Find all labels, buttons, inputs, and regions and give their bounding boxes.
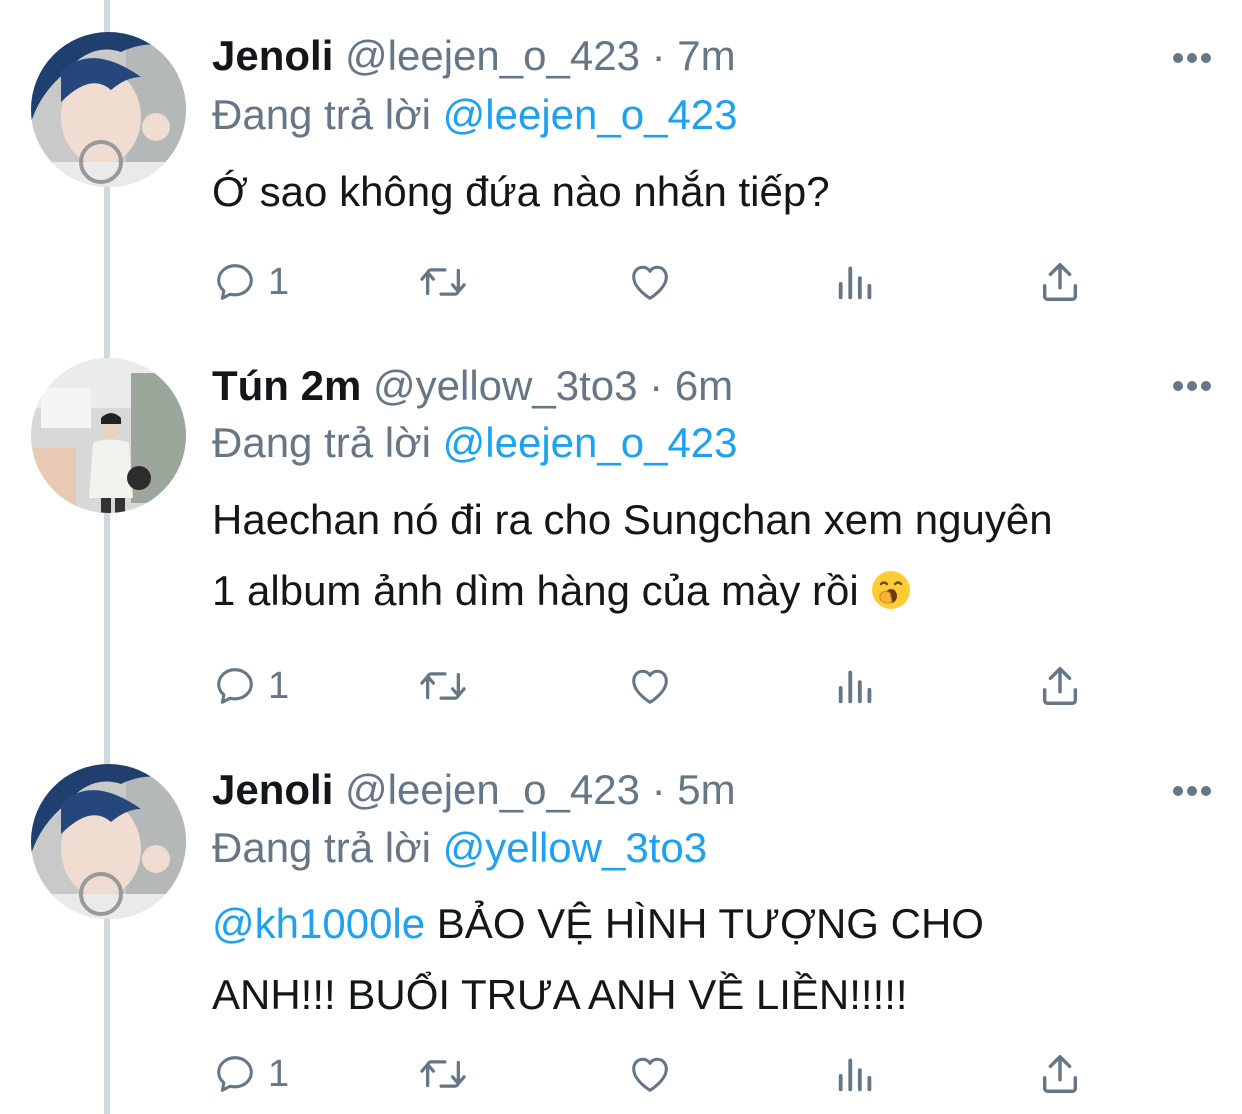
avatar[interactable] bbox=[31, 358, 186, 513]
avatar[interactable] bbox=[31, 32, 186, 187]
like-button[interactable] bbox=[626, 658, 674, 714]
tweet-text-line-content: BẢO VỆ HÌNH TƯỢNG CHO bbox=[425, 900, 984, 947]
replying-to-label: Đang trả lời bbox=[212, 91, 431, 138]
retweet-button[interactable] bbox=[416, 658, 470, 714]
replying-to-mention[interactable]: @leejen_o_423 bbox=[443, 419, 738, 466]
separator-dot: · bbox=[651, 32, 666, 79]
more-options-icon[interactable] bbox=[1172, 783, 1212, 799]
more-options-icon[interactable] bbox=[1172, 50, 1212, 66]
analytics-button[interactable] bbox=[834, 658, 878, 714]
tweet-header: Jenoli @leejen_o_423 · 7m bbox=[212, 28, 736, 84]
tweet-text: @kh1000le BẢO VỆ HÌNH TƯỢNG CHO ANH!!! B… bbox=[212, 888, 1212, 1030]
tweet-text-line-2: 1 album ảnh dìm hàng của mày rồi bbox=[212, 555, 1212, 626]
heart-icon bbox=[632, 1057, 668, 1092]
retweet-button[interactable] bbox=[416, 254, 470, 310]
bar-chart-icon bbox=[838, 266, 872, 300]
analytics-button[interactable] bbox=[834, 254, 878, 310]
replying-to-label: Đang trả lời bbox=[212, 824, 431, 871]
reply-button[interactable]: 1 bbox=[212, 254, 289, 310]
replying-to: Đang trả lời @leejen_o_423 bbox=[212, 87, 738, 143]
tweet-actions: 1 bbox=[212, 1046, 1112, 1102]
retweet-icon bbox=[420, 268, 466, 296]
avatar[interactable] bbox=[31, 764, 186, 919]
share-upload-icon bbox=[1042, 667, 1078, 705]
tweet-1[interactable]: Jenoli @leejen_o_423 · 7m Đang trả lời @… bbox=[0, 32, 1242, 322]
replying-to: Đang trả lời @leejen_o_423 bbox=[212, 415, 738, 471]
replying-to-mention[interactable]: @leejen_o_423 bbox=[443, 91, 738, 138]
separator-dot: · bbox=[651, 766, 666, 813]
share-upload-icon bbox=[1042, 263, 1078, 301]
display-name[interactable]: Jenoli bbox=[212, 766, 333, 813]
text-mention[interactable]: @kh1000le bbox=[212, 900, 425, 947]
speech-bubble-icon bbox=[217, 668, 253, 704]
user-handle[interactable]: @leejen_o_423 bbox=[345, 766, 640, 813]
separator-dot: · bbox=[649, 362, 664, 409]
tweet-3[interactable]: Jenoli @leejen_o_423 · 5m Đang trả lời @… bbox=[0, 764, 1242, 1104]
share-button[interactable] bbox=[1038, 1046, 1082, 1102]
display-name[interactable]: Tún 2m bbox=[212, 362, 361, 409]
retweet-icon bbox=[420, 1060, 466, 1088]
tweet-text-line: Ớ sao không đứa nào nhắn tiếp? bbox=[212, 168, 830, 215]
like-button[interactable] bbox=[626, 1046, 674, 1102]
reply-count: 1 bbox=[268, 664, 290, 707]
timestamp[interactable]: 6m bbox=[675, 362, 733, 409]
user-handle[interactable]: @yellow_3to3 bbox=[373, 362, 637, 409]
replying-to-label: Đang trả lời bbox=[212, 419, 431, 466]
tweet-actions: 1 bbox=[212, 254, 1112, 310]
tweet-actions: 1 bbox=[212, 658, 1112, 714]
share-button[interactable] bbox=[1038, 658, 1082, 714]
tweet-text: Haechan nó đi ra cho Sungchan xem nguyên… bbox=[212, 484, 1212, 626]
tweet-text-line-2-content: 1 album ảnh dìm hàng của mày rồi bbox=[212, 567, 859, 614]
reply-button[interactable]: 1 bbox=[212, 658, 289, 714]
retweet-button[interactable] bbox=[416, 1046, 470, 1102]
analytics-button[interactable] bbox=[834, 1046, 878, 1102]
share-upload-icon bbox=[1042, 1055, 1078, 1093]
display-name[interactable]: Jenoli bbox=[212, 32, 333, 79]
tweet-text-line-2: ANH!!! BUỔI TRƯA ANH VỀ LIỀN!!!!! bbox=[212, 971, 908, 1018]
reply-count: 1 bbox=[268, 260, 290, 303]
tweet-text-line: @kh1000le BẢO VỆ HÌNH TƯỢNG CHO bbox=[212, 888, 1212, 959]
bar-chart-icon bbox=[838, 670, 872, 704]
bar-chart-icon bbox=[838, 1058, 872, 1092]
more-options-icon[interactable] bbox=[1172, 378, 1212, 394]
retweet-icon bbox=[420, 672, 466, 700]
speech-bubble-icon bbox=[217, 264, 253, 300]
timestamp[interactable]: 5m bbox=[677, 766, 735, 813]
speech-bubble-icon bbox=[217, 1056, 253, 1092]
user-handle[interactable]: @leejen_o_423 bbox=[345, 32, 640, 79]
share-button[interactable] bbox=[1038, 254, 1082, 310]
reply-button[interactable]: 1 bbox=[212, 1046, 289, 1102]
reply-count: 1 bbox=[268, 1052, 290, 1095]
yawning-face-emoji-icon bbox=[870, 561, 912, 609]
timestamp[interactable]: 7m bbox=[677, 32, 735, 79]
replying-to-mention[interactable]: @yellow_3to3 bbox=[443, 824, 707, 871]
tweet-2[interactable]: Tún 2m @yellow_3to3 · 6m Đang trả lời @l… bbox=[0, 358, 1242, 718]
like-button[interactable] bbox=[626, 254, 674, 310]
tweet-header: Jenoli @leejen_o_423 · 5m bbox=[212, 762, 736, 818]
replying-to: Đang trả lời @yellow_3to3 bbox=[212, 820, 707, 876]
heart-icon bbox=[632, 669, 668, 704]
heart-icon bbox=[632, 265, 668, 300]
tweet-text: Ớ sao không đứa nào nhắn tiếp? bbox=[212, 156, 1212, 227]
tweet-text-line: Haechan nó đi ra cho Sungchan xem nguyên bbox=[212, 496, 1053, 543]
tweet-header: Tún 2m @yellow_3to3 · 6m bbox=[212, 358, 733, 414]
